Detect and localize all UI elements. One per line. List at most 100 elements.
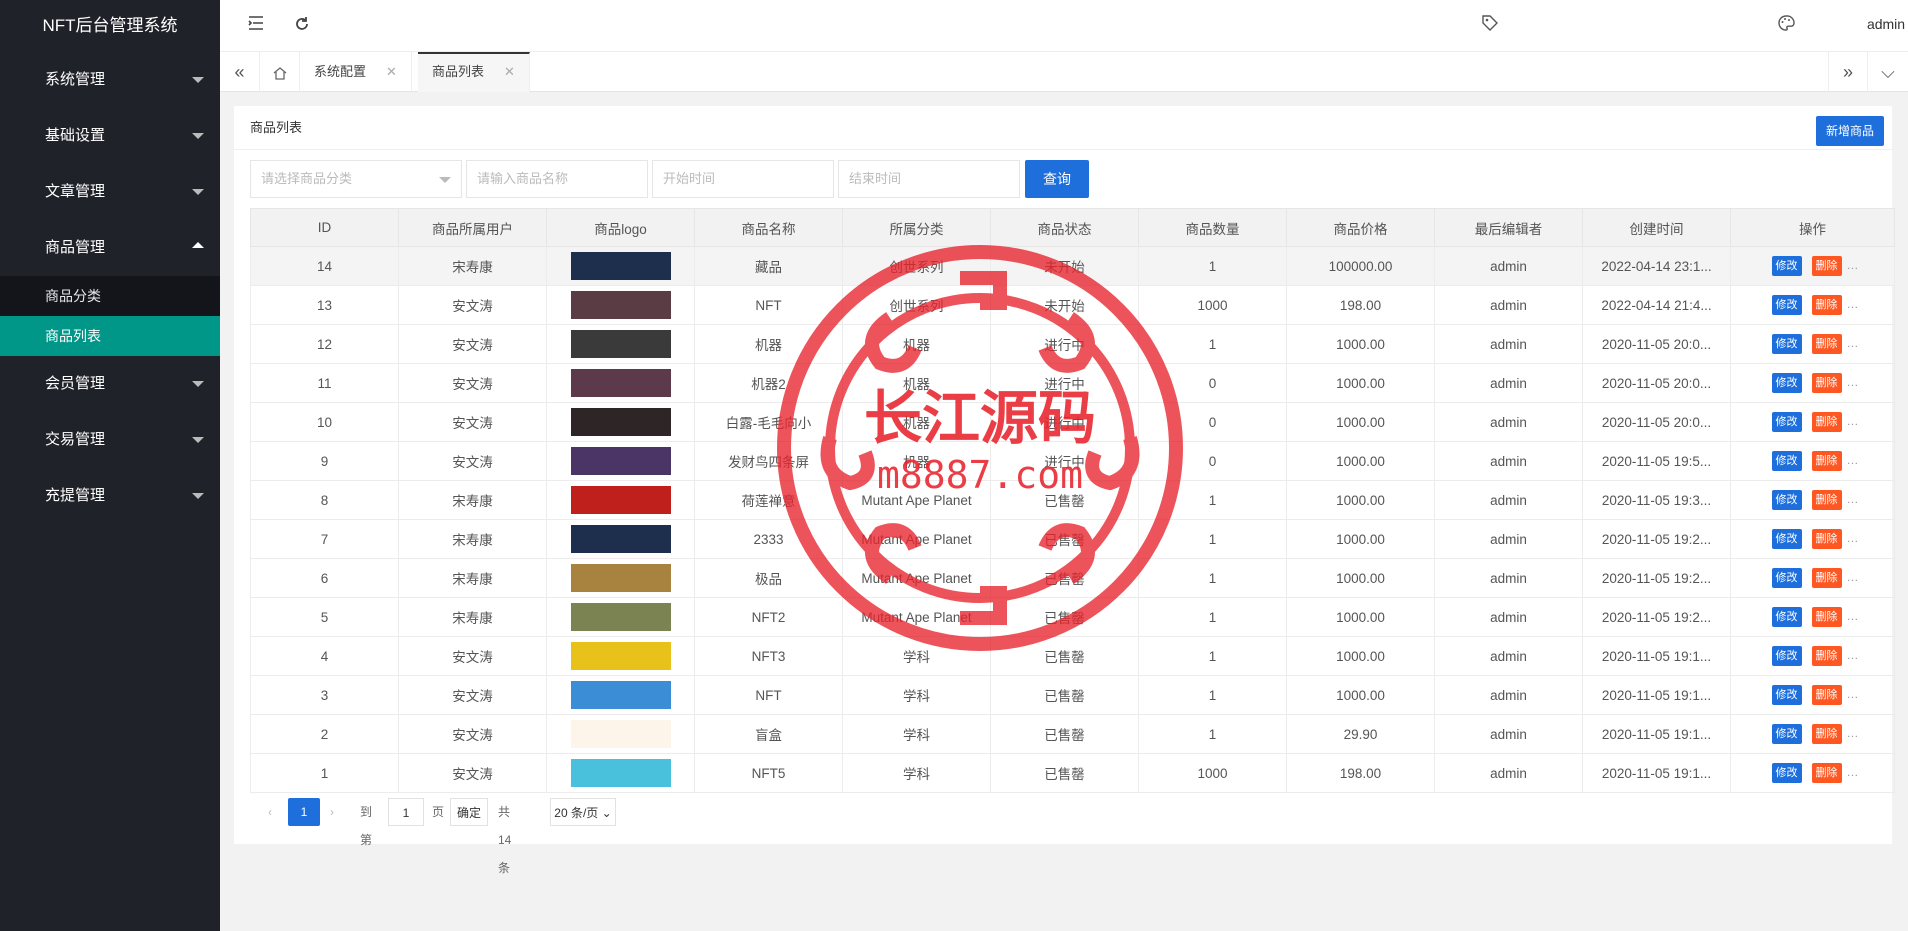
home-tab-icon[interactable] [260, 52, 300, 92]
close-icon[interactable]: ✕ [504, 64, 515, 79]
goto-confirm-button[interactable]: 确定 [450, 798, 488, 826]
actions-cell: 修改 删除 … [1730, 636, 1895, 676]
page-unit: 页 [432, 805, 445, 819]
delete-button[interactable]: 删除 [1811, 724, 1842, 744]
more-actions-icon[interactable]: … [1847, 414, 1859, 428]
cell-status: 进行中 [990, 441, 1139, 481]
delete-button[interactable]: 删除 [1811, 412, 1842, 432]
sidebar-item-1[interactable]: 基础设置 [0, 108, 220, 164]
cell-id: 3 [250, 675, 399, 715]
edit-button[interactable]: 修改 [1771, 373, 1802, 393]
sidebar-item-5[interactable]: 交易管理 [0, 412, 220, 468]
cell-editor: admin [1434, 519, 1583, 559]
scroll-tabs-right-icon[interactable]: » [1828, 52, 1868, 92]
more-actions-icon[interactable]: … [1847, 687, 1859, 701]
edit-button[interactable]: 修改 [1771, 295, 1802, 315]
sidebar-item-4[interactable]: 会员管理 [0, 356, 220, 412]
refresh-icon[interactable] [290, 14, 314, 38]
scroll-tabs-left-icon[interactable]: « [220, 52, 260, 92]
delete-button[interactable]: 删除 [1811, 568, 1842, 588]
prev-page-icon[interactable]: ‹ [268, 798, 288, 826]
delete-button[interactable]: 删除 [1811, 256, 1842, 276]
more-actions-icon[interactable]: … [1847, 336, 1859, 350]
more-actions-icon[interactable]: … [1847, 648, 1859, 662]
tabs-menu-chevron-icon[interactable]: ⌵ [1868, 52, 1908, 92]
sidebar-item-2[interactable]: 文章管理 [0, 164, 220, 220]
actions-cell: 修改 删除 … [1730, 363, 1895, 403]
category-select[interactable]: 请选择商品分类 [250, 160, 462, 198]
delete-button[interactable]: 删除 [1811, 373, 1842, 393]
more-actions-icon[interactable]: … [1847, 765, 1859, 779]
current-page[interactable]: 1 [288, 798, 320, 826]
more-actions-icon[interactable]: … [1847, 297, 1859, 311]
goods-logo-image [570, 642, 671, 670]
goods-logo-cell [546, 480, 695, 520]
tab-goods-list[interactable]: 商品列表 ✕ [418, 52, 530, 92]
edit-button[interactable]: 修改 [1771, 412, 1802, 432]
more-actions-icon[interactable]: … [1847, 531, 1859, 545]
more-actions-icon[interactable]: … [1847, 726, 1859, 740]
delete-button[interactable]: 删除 [1811, 451, 1842, 471]
sidebar-item-0[interactable]: 系统管理 [0, 52, 220, 108]
cell-status: 已售罄 [990, 558, 1139, 598]
tab-system-config[interactable]: 系统配置 ✕ [300, 52, 412, 92]
add-goods-button[interactable]: 新增商品 [1815, 116, 1884, 146]
more-actions-icon[interactable]: … [1847, 570, 1859, 584]
close-icon[interactable]: ✕ [386, 64, 397, 79]
edit-button[interactable]: 修改 [1771, 646, 1802, 666]
edit-button[interactable]: 修改 [1771, 685, 1802, 705]
query-button[interactable]: 查询 [1025, 160, 1089, 198]
delete-button[interactable]: 删除 [1811, 646, 1842, 666]
goods-logo-image [570, 369, 671, 397]
tag-icon[interactable] [1478, 14, 1502, 38]
goods-logo-image [570, 408, 671, 436]
goods-logo-cell [546, 402, 695, 442]
more-actions-icon[interactable]: … [1847, 258, 1859, 272]
cell-editor: admin [1434, 597, 1583, 637]
cell-name: 盲盒 [694, 714, 843, 754]
delete-button[interactable]: 删除 [1811, 295, 1842, 315]
edit-button[interactable]: 修改 [1771, 607, 1802, 627]
table-row: 6 宋寿康 极品 Mutant Ape Planet 已售罄 1 1000.00 admin 2… [250, 558, 1895, 598]
end-time-input[interactable]: 结束时间 [838, 160, 1020, 198]
edit-button[interactable]: 修改 [1771, 763, 1802, 783]
sidebar-item-6[interactable]: 充提管理 [0, 468, 220, 524]
more-actions-icon[interactable]: … [1847, 375, 1859, 389]
edit-button[interactable]: 修改 [1771, 451, 1802, 471]
actions-cell: 修改 删除 … [1730, 441, 1895, 481]
edit-button[interactable]: 修改 [1771, 529, 1802, 549]
sidebar-subitem-1[interactable]: 商品列表 [0, 316, 220, 356]
cell-id: 6 [250, 558, 399, 598]
edit-button[interactable]: 修改 [1771, 334, 1802, 354]
page-size-value: 20 条/页 [554, 806, 599, 820]
page-size-select[interactable]: 20 条/页 ⌄ [550, 798, 616, 826]
next-page-icon[interactable]: › [330, 798, 350, 826]
delete-button[interactable]: 删除 [1811, 334, 1842, 354]
goto-page-input[interactable]: 1 [388, 798, 424, 826]
delete-button[interactable]: 删除 [1811, 685, 1842, 705]
edit-button[interactable]: 修改 [1771, 568, 1802, 588]
edit-button[interactable]: 修改 [1771, 256, 1802, 276]
start-time-input[interactable]: 开始时间 [652, 160, 834, 198]
edit-button[interactable]: 修改 [1771, 490, 1802, 510]
more-actions-icon[interactable]: … [1847, 453, 1859, 467]
user-menu[interactable]: admin ▾ [1867, 16, 1908, 32]
more-actions-icon[interactable]: … [1847, 492, 1859, 506]
actions-cell: 修改 删除 … [1730, 597, 1895, 637]
cell-user: 安文涛 [398, 636, 547, 676]
delete-button[interactable]: 删除 [1811, 529, 1842, 549]
delete-button[interactable]: 删除 [1811, 607, 1842, 627]
delete-button[interactable]: 删除 [1811, 490, 1842, 510]
goods-name-input[interactable]: 请输入商品名称 [466, 160, 648, 198]
more-actions-icon[interactable]: … [1847, 609, 1859, 623]
delete-button[interactable]: 删除 [1811, 763, 1842, 783]
edit-button[interactable]: 修改 [1771, 724, 1802, 744]
sidebar-item-label: 充提管理 [45, 487, 106, 504]
sidebar-subitem-0[interactable]: 商品分类 [0, 276, 220, 316]
table-row: 2 安文涛 盲盒 学科 已售罄 1 29.90 admin 2020-11-05 19:1...… [250, 714, 1895, 754]
table-body: 14 宋寿康 藏品 创世系列 未开始 1 100000.00 admin 2022-04-14 … [250, 246, 1895, 793]
collapse-sidebar-icon[interactable] [244, 14, 268, 38]
sidebar-item-3[interactable]: 商品管理 [0, 220, 220, 276]
column-header: 商品logo [546, 208, 695, 247]
theme-palette-icon[interactable] [1774, 14, 1798, 38]
